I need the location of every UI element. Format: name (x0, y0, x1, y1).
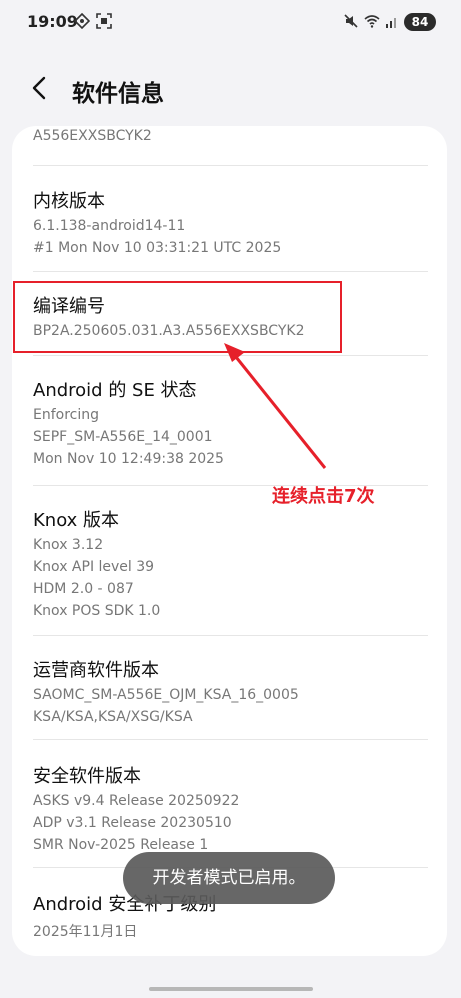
item-value: SAOMC_SM-A556E_OJM_KSA_16_0005 (33, 687, 299, 703)
item-title: 运营商软件版本 (33, 660, 159, 681)
item-value: 2025年11月1日 (33, 924, 138, 940)
list-item-kernel-version[interactable]: 内核版本 6.1.138-android14-11 #1 Mon Nov 10 … (12, 166, 447, 272)
list-item-se-status[interactable]: Android 的 SE 状态 Enforcing SEPF_SM-A556E_… (12, 356, 447, 486)
list-item-security-software[interactable]: 安全软件版本 ASKS v9.4 Release 20250922 ADP v3… (12, 740, 447, 868)
item-value: ASKS v9.4 Release 20250922 (33, 793, 240, 809)
annotation-highlight-box (13, 281, 342, 353)
vpn-icon (74, 13, 90, 29)
item-value: HDM 2.0 - 087 (33, 581, 134, 597)
list-item-knox-version[interactable]: Knox 版本 Knox 3.12 Knox API level 39 HDM … (12, 486, 447, 636)
list-item-baseband[interactable]: A556EXXSBCYK2 (12, 126, 447, 166)
item-title: 内核版本 (33, 191, 105, 212)
wifi-icon (364, 15, 380, 28)
battery-icon: 84 (404, 13, 436, 31)
screen: 19:09 84 软件信息 A556EXXSBCYK2 内核版本 6.1.138… (0, 0, 461, 998)
item-value: Knox POS SDK 1.0 (33, 603, 161, 619)
item-value: Knox API level 39 (33, 559, 155, 575)
toast-message: 开发者模式已启用。 (123, 852, 335, 904)
item-value: Enforcing (33, 407, 100, 423)
item-value: KSA/KSA,KSA/XSG/KSA (33, 709, 193, 725)
item-title: Android 的 SE 状态 (33, 380, 197, 401)
item-value: ADP v3.1 Release 20230510 (33, 815, 232, 831)
item-value: #1 Mon Nov 10 03:31:21 UTC 2025 (33, 240, 282, 256)
item-value: Knox 3.12 (33, 537, 104, 553)
list-item-carrier-software[interactable]: 运营商软件版本 SAOMC_SM-A556E_OJM_KSA_16_0005 K… (12, 636, 447, 740)
chevron-left-icon[interactable] (24, 72, 56, 104)
screenshot-icon (96, 13, 112, 29)
item-value: SEPF_SM-A556E_14_0001 (33, 429, 213, 445)
item-title: 安全软件版本 (33, 766, 141, 787)
item-value: SMR Nov-2025 Release 1 (33, 837, 209, 853)
settings-card: A556EXXSBCYK2 内核版本 6.1.138-android14-11 … (12, 126, 447, 956)
item-value: 6.1.138-android14-11 (33, 218, 186, 234)
annotation-text: 连续点击7次 (272, 486, 375, 507)
item-title: Knox 版本 (33, 510, 120, 531)
status-bar: 19:09 84 (0, 0, 461, 44)
header: 软件信息 (0, 60, 461, 116)
status-time: 19:09 (27, 12, 78, 31)
signal-icon (386, 18, 396, 28)
home-indicator[interactable] (149, 987, 313, 991)
item-value: A556EXXSBCYK2 (33, 128, 152, 144)
item-value: Mon Nov 10 12:49:38 2025 (33, 451, 224, 467)
mute-icon (344, 14, 358, 28)
page-title: 软件信息 (72, 81, 164, 107)
